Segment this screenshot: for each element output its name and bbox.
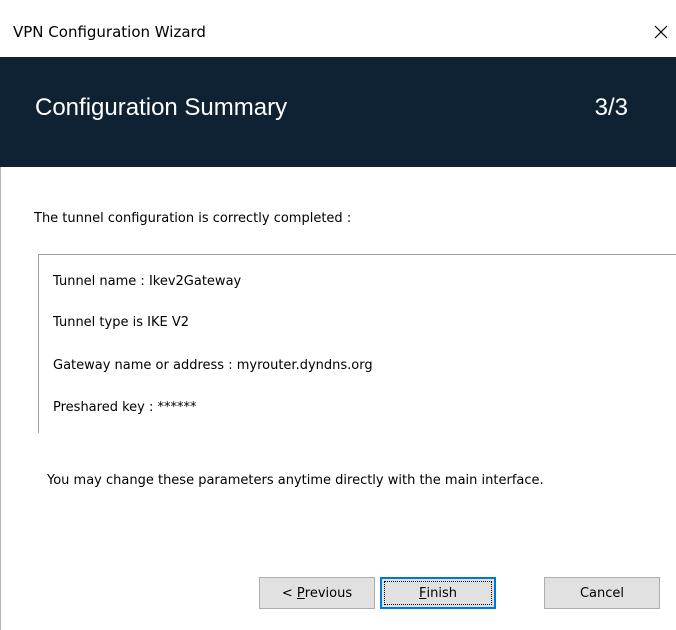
cancel-button[interactable]: Cancel: [544, 577, 660, 609]
summary-tunnel-name: Tunnel name : Ikev2Gateway: [53, 274, 242, 289]
summary-gateway: Gateway name or address : myrouter.dyndn…: [53, 358, 373, 373]
finish-button-mnemonic: F: [419, 585, 427, 601]
wizard-header: Configuration Summary 3/3: [0, 57, 676, 167]
close-button[interactable]: [646, 14, 676, 50]
window-title: VPN Configuration Wizard: [13, 23, 206, 41]
finish-button[interactable]: Finish: [380, 577, 496, 609]
close-icon: [654, 25, 668, 39]
summary-tunnel-type: Tunnel type is IKE V2: [53, 315, 189, 330]
previous-button-mnemonic: P: [296, 585, 305, 601]
finish-button-label: inish: [426, 585, 457, 601]
wizard-content: The tunnel configuration is correctly co…: [0, 167, 676, 630]
title-bar: VPN Configuration Wizard: [0, 0, 676, 57]
summary-panel: Tunnel name : Ikev2Gateway Tunnel type i…: [38, 254, 676, 433]
vpn-wizard-window: VPN Configuration Wizard Configuration S…: [0, 0, 676, 630]
summary-preshared-key: Preshared key : ******: [53, 400, 197, 415]
previous-button-label: revious: [304, 585, 353, 601]
previous-button-prefix: <: [281, 585, 297, 601]
note-text: You may change these parameters anytime …: [47, 473, 544, 488]
intro-text: The tunnel configuration is correctly co…: [34, 211, 352, 226]
page-title: Configuration Summary: [35, 94, 288, 121]
previous-button[interactable]: < Previous: [259, 577, 375, 609]
step-indicator: 3/3: [594, 94, 628, 121]
